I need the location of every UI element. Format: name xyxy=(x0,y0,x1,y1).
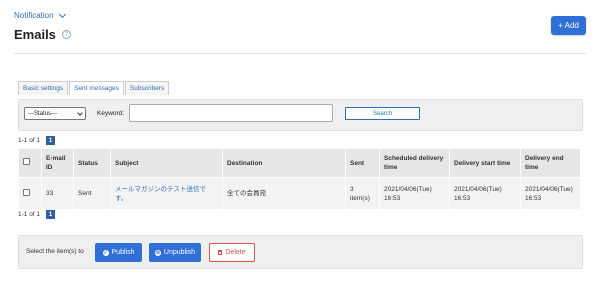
divider xyxy=(14,53,586,54)
emails-table: E-mail ID Status Subject Destination Sen… xyxy=(18,148,581,210)
tab-bar: Basic settings Sent messages Subscribers xyxy=(18,81,170,95)
status-select-value: ---Status--- xyxy=(28,111,57,117)
status-select[interactable]: ---Status--- xyxy=(24,107,86,120)
cell-destination: 全ての会員宛 xyxy=(222,177,346,210)
page-title-row: Emails ? xyxy=(14,27,71,42)
col-sent[interactable]: Sent xyxy=(345,148,380,178)
cell-subject-link[interactable]: メールマガジンのテスト送信です。 xyxy=(110,177,223,210)
trash-icon xyxy=(218,250,223,255)
table-header-row: E-mail ID Status Subject Destination Sen… xyxy=(18,148,581,178)
tab-subscribers[interactable]: Subscribers xyxy=(124,81,170,95)
col-destination[interactable]: Destination xyxy=(222,148,346,178)
col-subject[interactable]: Subject xyxy=(110,148,223,178)
chevron-down-icon xyxy=(77,110,83,116)
publish-button[interactable]: ✓ Publish xyxy=(95,243,142,262)
cell-start: 2021/04/06(Tue) 16:53 xyxy=(449,177,521,210)
table-row: 33 Sent メールマガジンのテスト送信です。 全ての会員宛 3 item(s… xyxy=(18,177,581,210)
select-all-checkbox[interactable] xyxy=(23,158,30,165)
unpublish-button[interactable]: ⊘ Unpublish xyxy=(149,243,201,262)
bulk-action-label: Select the item(s) to xyxy=(26,248,84,255)
row-select-cell xyxy=(18,177,42,210)
tab-basic-settings[interactable]: Basic settings xyxy=(18,81,69,95)
col-end[interactable]: Delivery end time xyxy=(520,148,581,178)
cell-end: 2021/04/06(Tue) 16:53 xyxy=(520,177,581,210)
cell-scheduled: 2021/04/06(Tue) 16:53 xyxy=(379,177,450,210)
col-email-id[interactable]: E-mail ID xyxy=(41,148,74,178)
pagination-summary: 1-1 of 1 xyxy=(18,211,41,218)
cell-sent: 3 item(s) xyxy=(345,177,380,210)
col-status[interactable]: Status xyxy=(73,148,111,178)
check-circle-icon: ✓ xyxy=(102,249,109,256)
page-title: Emails xyxy=(14,27,56,42)
cell-status: Sent xyxy=(73,177,111,210)
bulk-action-bar: Select the item(s) to ✓ Publish ⊘ Unpubl… xyxy=(18,235,583,269)
delete-label: Delete xyxy=(225,249,246,256)
tab-sent-messages[interactable]: Sent messages xyxy=(69,81,124,95)
page-button-current[interactable]: 1 xyxy=(46,136,56,145)
ban-icon: ⊘ xyxy=(154,249,161,256)
breadcrumb[interactable]: Notification xyxy=(14,10,66,20)
col-start[interactable]: Delivery start time xyxy=(449,148,521,178)
keyword-label: Keyword: xyxy=(97,110,125,117)
publish-label: Publish xyxy=(111,249,135,256)
keyword-input[interactable] xyxy=(129,104,333,122)
delete-button[interactable]: Delete xyxy=(209,243,255,262)
select-all-cell xyxy=(18,148,42,178)
breadcrumb-label[interactable]: Notification xyxy=(14,11,54,20)
cell-email-id: 33 xyxy=(41,177,74,210)
col-scheduled[interactable]: Scheduled delivery time xyxy=(379,148,450,178)
add-button[interactable]: + Add xyxy=(551,16,586,35)
filter-bar: ---Status--- Keyword: Search xyxy=(18,99,583,131)
row-checkbox[interactable] xyxy=(23,188,30,196)
pagination-top: 1-1 of 1 1 xyxy=(18,136,56,145)
pagination-bottom: 1-1 of 1 1 xyxy=(18,210,56,219)
help-icon[interactable]: ? xyxy=(61,30,71,39)
page-button-current[interactable]: 1 xyxy=(46,210,56,219)
chevron-down-icon[interactable] xyxy=(58,10,66,18)
search-button[interactable]: Search xyxy=(345,107,420,120)
pagination-summary: 1-1 of 1 xyxy=(18,137,41,144)
unpublish-label: Unpublish xyxy=(163,249,196,256)
